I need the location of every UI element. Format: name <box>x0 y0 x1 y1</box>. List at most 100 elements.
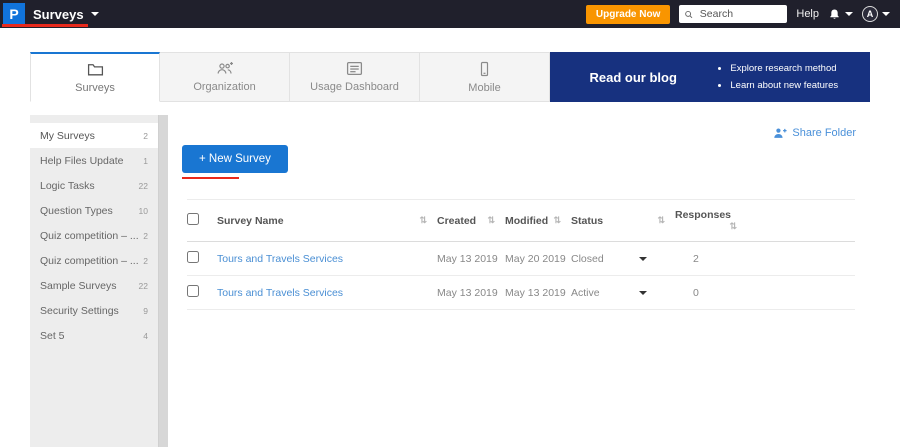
tab-mobile[interactable]: Mobile <box>420 52 550 102</box>
tab-label: Organization <box>193 81 255 93</box>
column-header-label: Created <box>437 215 476 227</box>
sidebar-item-label: Logic Tasks <box>40 180 95 192</box>
sidebar-item-my-surveys[interactable]: My Surveys 2 <box>30 123 158 148</box>
status-cell: Active <box>571 276 675 310</box>
tab-surveys[interactable]: Surveys <box>30 52 160 102</box>
blog-bullet-list: Explore research method Learn about new … <box>716 60 838 94</box>
dashboard-icon <box>346 61 363 76</box>
content-area: My Surveys 2 Help Files Update 1 Logic T… <box>30 115 870 447</box>
sort-icon[interactable]: ⇅ <box>419 215 427 226</box>
sidebar-item-logic-tasks[interactable]: Logic Tasks 22 <box>30 173 158 198</box>
main-panel: Share Folder + New Survey Survey Name ⇅ … <box>168 115 870 447</box>
row-checkbox[interactable] <box>187 285 199 297</box>
sort-icon[interactable]: ⇅ <box>657 215 665 226</box>
notifications-group[interactable] <box>828 8 853 21</box>
bell-icon <box>828 8 841 21</box>
sidebar-item-count: 10 <box>139 206 148 216</box>
account-menu[interactable]: A <box>862 6 890 22</box>
modified-cell: May 13 2019 <box>505 276 571 310</box>
sidebar-item-security-settings[interactable]: Security Settings 9 <box>30 298 158 323</box>
top-bar: P Surveys Upgrade Now Help A <box>0 0 900 28</box>
surveys-table: Survey Name ⇅ Created ⇅ Modified ⇅ Statu… <box>187 199 855 310</box>
sort-icon[interactable]: ⇅ <box>729 221 737 232</box>
app-logo[interactable]: P <box>3 3 25 25</box>
status-value: Active <box>571 287 600 299</box>
sidebar-item-label: Help Files Update <box>40 155 123 167</box>
sidebar-item-count: 2 <box>143 131 148 141</box>
sort-icon[interactable]: ⇅ <box>553 215 561 226</box>
modified-cell: May 20 2019 <box>505 242 571 276</box>
tab-label: Mobile <box>468 82 500 94</box>
survey-name-link[interactable]: Tours and Travels Services <box>217 287 343 299</box>
app-title-chevron-down-icon[interactable] <box>91 12 99 16</box>
sidebar-item-count: 2 <box>143 231 148 241</box>
sidebar-item-quiz-competition-2[interactable]: Quiz competition – ... 2 <box>30 248 158 273</box>
responses-cell: 0 <box>675 276 747 310</box>
sidebar-item-count: 2 <box>143 256 148 266</box>
folder-icon <box>87 62 104 77</box>
sidebar-item-label: Quiz competition – ... <box>40 230 139 242</box>
upgrade-now-button[interactable]: Upgrade Now <box>586 5 670 24</box>
sidebar-item-label: Sample Surveys <box>40 280 116 292</box>
sidebar-scrollbar[interactable] <box>158 115 168 447</box>
tab-usage-dashboard[interactable]: Usage Dashboard <box>290 52 420 102</box>
created-cell: May 13 2019 <box>437 242 505 276</box>
sidebar-item-quiz-competition-1[interactable]: Quiz competition – ... 2 <box>30 223 158 248</box>
select-all-checkbox[interactable] <box>187 213 199 225</box>
column-header-created[interactable]: Created ⇅ <box>437 200 505 242</box>
status-dropdown-chevron-down-icon[interactable] <box>639 291 647 295</box>
sidebar-item-help-files-update[interactable]: Help Files Update 1 <box>30 148 158 173</box>
survey-name-link[interactable]: Tours and Travels Services <box>217 253 343 265</box>
blog-bullet: Explore research method <box>730 60 838 77</box>
sidebar-item-sample-surveys[interactable]: Sample Surveys 22 <box>30 273 158 298</box>
table-row: Tours and Travels Services May 13 2019 M… <box>187 276 855 310</box>
search-box[interactable] <box>679 5 787 23</box>
tab-label: Usage Dashboard <box>310 81 399 93</box>
blog-bullet: Learn about new features <box>730 77 838 94</box>
column-header-label: Modified <box>505 215 548 227</box>
column-header-label: Responses <box>675 209 731 221</box>
search-input[interactable] <box>698 7 783 21</box>
search-icon <box>684 9 693 20</box>
sidebar-item-label: Quiz competition – ... <box>40 255 139 267</box>
account-chevron-down-icon <box>882 12 890 16</box>
blog-banner[interactable]: Read our blog Explore research method Le… <box>550 52 870 102</box>
annotation-underline-new-survey <box>182 177 239 179</box>
table-row: Tours and Travels Services May 13 2019 M… <box>187 242 855 276</box>
folders-sidebar: My Surveys 2 Help Files Update 1 Logic T… <box>30 115 158 447</box>
column-header-status[interactable]: Status ⇅ <box>571 200 675 242</box>
app-title: Surveys <box>33 7 84 22</box>
tab-label: Surveys <box>75 82 115 94</box>
column-header-modified[interactable]: Modified ⇅ <box>505 200 571 242</box>
help-link[interactable]: Help <box>796 8 819 20</box>
main-nav-tabs: Surveys Organization Usage Dashboard Mob… <box>30 52 870 102</box>
blog-title: Read our blog <box>550 70 716 85</box>
share-folder-link[interactable]: Share Folder <box>773 127 856 139</box>
people-plus-icon <box>216 61 234 76</box>
sort-icon[interactable]: ⇅ <box>487 215 495 226</box>
column-header-survey-name[interactable]: Survey Name ⇅ <box>217 200 437 242</box>
sidebar-item-label: Security Settings <box>40 305 119 317</box>
sidebar-item-label: Set 5 <box>40 330 65 342</box>
status-cell: Closed <box>571 242 675 276</box>
column-header-responses[interactable]: Responses ⇅ <box>675 200 747 242</box>
sidebar-item-count: 22 <box>139 181 148 191</box>
sidebar-item-count: 1 <box>143 156 148 166</box>
new-survey-button[interactable]: + New Survey <box>182 145 288 173</box>
column-header-label: Survey Name <box>217 215 284 227</box>
sidebar-item-label: My Surveys <box>40 130 95 142</box>
table-header-row: Survey Name ⇅ Created ⇅ Modified ⇅ Statu… <box>187 200 855 242</box>
share-folder-icon <box>773 127 787 139</box>
sidebar-item-count: 22 <box>139 281 148 291</box>
sidebar-item-question-types[interactable]: Question Types 10 <box>30 198 158 223</box>
row-checkbox[interactable] <box>187 251 199 263</box>
sidebar-item-set-5[interactable]: Set 5 4 <box>30 323 158 348</box>
tab-organization[interactable]: Organization <box>160 52 290 102</box>
status-dropdown-chevron-down-icon[interactable] <box>639 257 647 261</box>
avatar: A <box>862 6 878 22</box>
sidebar-item-label: Question Types <box>40 205 113 217</box>
smartphone-icon <box>477 61 492 77</box>
sidebar-item-count: 4 <box>143 331 148 341</box>
share-folder-label: Share Folder <box>792 127 856 139</box>
created-cell: May 13 2019 <box>437 276 505 310</box>
